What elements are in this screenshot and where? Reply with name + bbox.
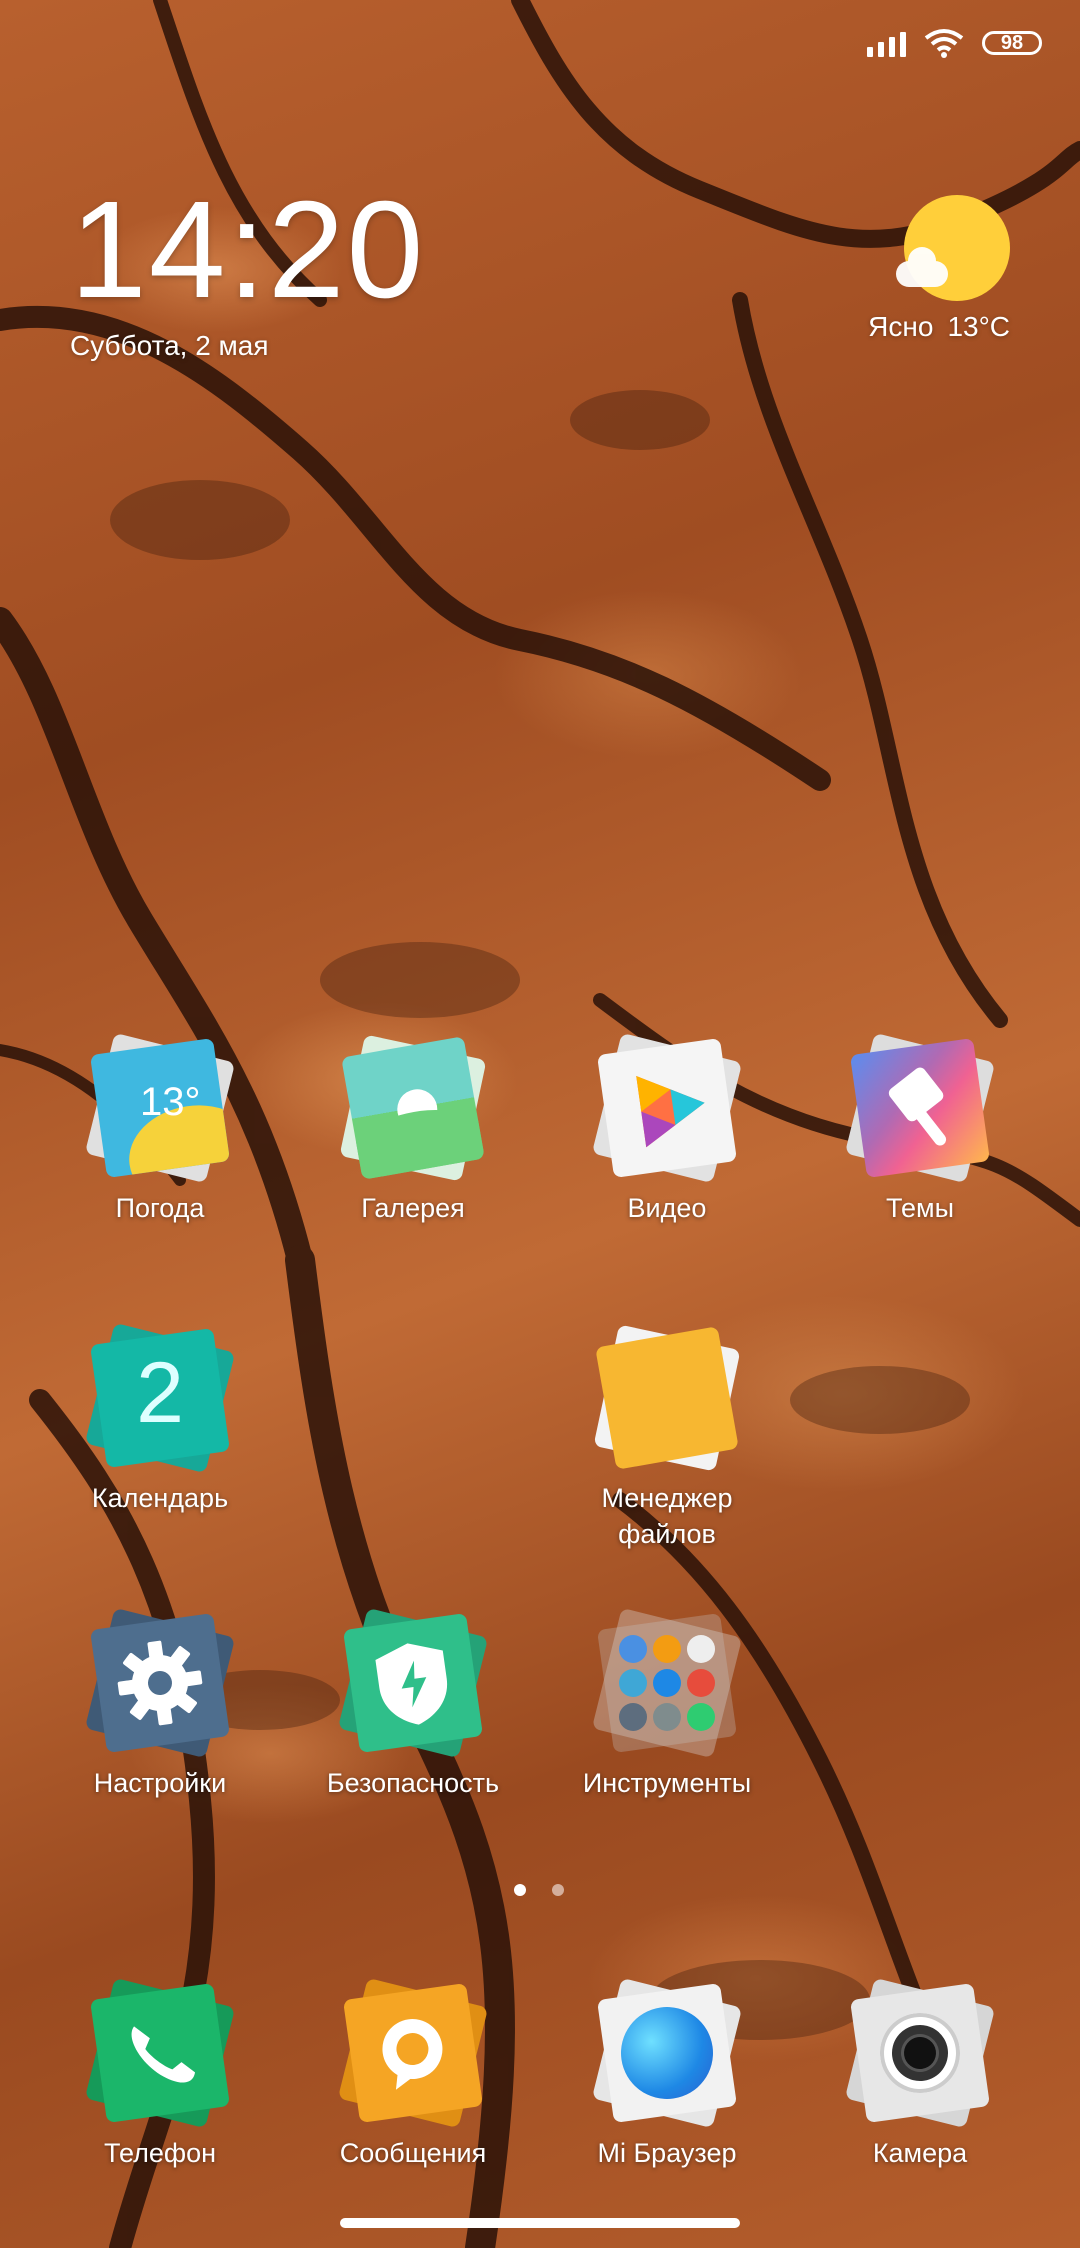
app-security[interactable]: Безопасность [313,1607,513,1801]
clock-time: 14:20 [70,173,426,327]
app-label: Галерея [361,1193,465,1223]
app-weather[interactable]: 13° Погода [60,1032,260,1226]
app-label: Календарь [91,1483,229,1513]
sun-icon [896,195,1010,301]
browser-icon [591,1977,743,2129]
weather-widget[interactable]: Ясно 13°C [854,195,1010,343]
app-label: Сообщения [339,2138,487,2168]
app-settings[interactable]: Настройки [60,1607,260,1801]
weather-condition: Ясно [868,311,934,342]
dock-camera[interactable]: Камера [820,1977,1020,2171]
messages-icon [337,1977,489,2129]
signal-icon [867,29,906,57]
page-indicator [514,1884,564,1896]
dock-messages[interactable]: Сообщения [313,1977,513,2171]
app-gallery[interactable]: Галерея [313,1034,513,1226]
app-label: Менеджер файлов [601,1483,733,1549]
wifi-icon [924,29,964,58]
weather-temperature: 13°C [947,311,1010,342]
battery-level: 98 [1000,31,1024,54]
app-tools-folder[interactable]: Инструменты [567,1607,767,1801]
calendar-day: 2 [136,1345,184,1441]
home-gesture-bar[interactable] [340,2218,740,2228]
calendar-icon: 2 [84,1322,236,1474]
gallery-icon [339,1034,487,1182]
clock-widget[interactable]: 14:20 Суббота, 2 мая [70,180,425,362]
battery-icon: 98 [982,31,1042,55]
app-label: Темы [886,1193,954,1223]
app-file-manager[interactable]: Менеджер файлов [567,1324,767,1552]
page-dot[interactable] [514,1884,526,1896]
app-label: Инструменты [582,1768,752,1798]
video-icon [591,1032,743,1184]
page-dot[interactable] [552,1884,564,1896]
camera-icon [844,1977,996,2129]
app-label: Видео [627,1193,707,1223]
app-label: Погода [115,1193,205,1223]
app-label: Безопасность [326,1768,500,1798]
tools-folder-icon [591,1607,743,1759]
app-label: Телефон [103,2138,216,2168]
status-bar: 98 [867,28,1042,58]
themes-icon [844,1032,996,1184]
dock-browser[interactable]: Mi Браузер [567,1977,767,2171]
clock-date: Суббота, 2 мая [70,330,269,361]
gear-icon [84,1607,236,1759]
shield-icon [337,1607,489,1759]
app-label: Mi Браузер [597,2138,737,2168]
app-video[interactable]: Видео [567,1032,767,1226]
folder-icon [593,1324,741,1472]
dock-phone[interactable]: Телефон [60,1977,260,2171]
app-calendar[interactable]: 2 Календарь [60,1322,260,1516]
app-label: Настройки [93,1768,227,1798]
weather-icon: 13° [84,1032,236,1184]
app-themes[interactable]: Темы [820,1032,1020,1226]
app-label: Камера [872,2138,968,2168]
weather-badge: 13° [140,1080,201,1124]
phone-icon [84,1977,236,2129]
